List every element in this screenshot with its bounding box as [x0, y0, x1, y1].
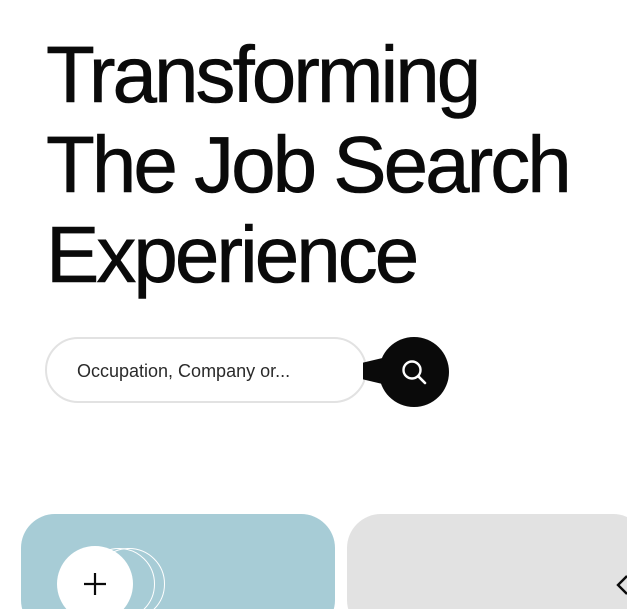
- feature-card-grey[interactable]: [347, 514, 627, 609]
- hero-title-line-2: The Job Search: [46, 120, 572, 210]
- search-field[interactable]: [45, 337, 367, 403]
- hero-title-line-1: Transforming: [46, 30, 482, 120]
- search-input[interactable]: [77, 353, 347, 389]
- plus-icon: [84, 573, 106, 595]
- add-button-cluster: [57, 546, 177, 609]
- arrow-icon: [616, 575, 627, 595]
- hero-title: Transforming The Job Search Experience: [46, 30, 572, 300]
- search-icon: [402, 360, 427, 385]
- search-button[interactable]: [379, 337, 449, 407]
- search-bar: [45, 337, 455, 407]
- page: Transforming The Job Search Experience: [0, 0, 627, 609]
- feature-card-blue[interactable]: [21, 514, 335, 609]
- hero-title-line-3: Experience: [46, 210, 420, 300]
